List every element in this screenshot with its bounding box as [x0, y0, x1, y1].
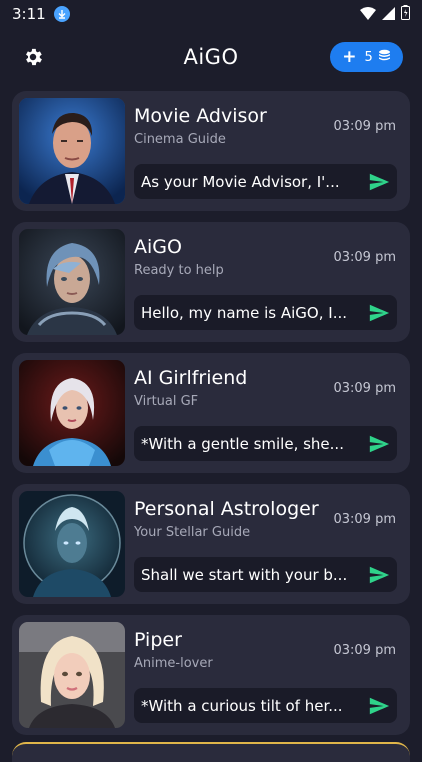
- chat-card[interactable]: Piper Anime-lover 03:09 pm *With a curio…: [12, 615, 410, 735]
- message-preview-text: Shall we start with your b...: [141, 565, 348, 584]
- message-preview-text: Hello, my name is AiGO, I...: [141, 303, 347, 322]
- chat-subtitle: Virtual GF: [134, 394, 199, 409]
- next-chat-card-peek[interactable]: [12, 742, 410, 762]
- chat-card[interactable]: Personal Astrologer Your Stellar Guide 0…: [12, 484, 410, 604]
- chat-time: 03:09 pm: [333, 643, 396, 658]
- send-icon[interactable]: [368, 171, 390, 193]
- chat-subtitle: Ready to help: [134, 263, 224, 278]
- message-preview-text: *With a curious tilt of her...: [141, 696, 343, 715]
- avatar: [19, 360, 125, 466]
- chat-name: Movie Advisor: [134, 105, 267, 127]
- message-preview[interactable]: *With a gentle smile, she...: [134, 426, 397, 461]
- message-preview[interactable]: Hello, my name is AiGO, I...: [134, 295, 397, 330]
- chat-time: 03:09 pm: [333, 119, 396, 134]
- send-icon[interactable]: [368, 302, 390, 324]
- message-preview-text: *With a gentle smile, she...: [141, 434, 344, 453]
- avatar: [19, 229, 125, 335]
- message-preview[interactable]: As your Movie Advisor, I'...: [134, 164, 397, 199]
- chat-list: Movie Advisor Cinema Guide 03:09 pm As y…: [12, 91, 410, 746]
- send-icon[interactable]: [368, 695, 390, 717]
- chat-name: AiGO: [134, 236, 182, 258]
- chat-card[interactable]: AiGO Ready to help 03:09 pm Hello, my na…: [12, 222, 410, 342]
- coins-icon: [378, 49, 391, 66]
- avatar: [19, 98, 125, 204]
- status-time: 3:11: [12, 5, 46, 23]
- status-bar: 3:11: [0, 0, 422, 28]
- app-bar: AiGO + 5: [0, 28, 422, 86]
- chat-subtitle: Cinema Guide: [134, 132, 226, 147]
- chat-card[interactable]: Movie Advisor Cinema Guide 03:09 pm As y…: [12, 91, 410, 211]
- message-preview[interactable]: Shall we start with your b...: [134, 557, 397, 592]
- avatar: [19, 622, 125, 728]
- avatar: [19, 491, 125, 597]
- chat-name: AI Girlfriend: [134, 367, 248, 389]
- chat-name: Piper: [134, 629, 182, 651]
- credits-button[interactable]: + 5: [330, 42, 403, 72]
- chat-time: 03:09 pm: [333, 250, 396, 265]
- battery-icon: [401, 4, 410, 24]
- chat-time: 03:09 pm: [333, 512, 396, 527]
- plus-icon: +: [342, 47, 357, 67]
- signal-icon: [382, 5, 395, 24]
- message-preview[interactable]: *With a curious tilt of her...: [134, 688, 397, 723]
- chat-card[interactable]: AI Girlfriend Virtual GF 03:09 pm *With …: [12, 353, 410, 473]
- chat-name: Personal Astrologer: [134, 498, 319, 520]
- send-icon[interactable]: [368, 433, 390, 455]
- send-icon[interactable]: [368, 564, 390, 586]
- wifi-icon: [360, 5, 376, 24]
- app-title: AiGO: [183, 45, 239, 69]
- chat-subtitle: Your Stellar Guide: [134, 525, 251, 540]
- settings-gear-icon[interactable]: [20, 44, 46, 70]
- download-icon: [53, 6, 70, 22]
- credits-count: 5: [364, 49, 373, 65]
- message-preview-text: As your Movie Advisor, I'...: [141, 172, 340, 191]
- chat-time: 03:09 pm: [333, 381, 396, 396]
- chat-subtitle: Anime-lover: [134, 656, 213, 671]
